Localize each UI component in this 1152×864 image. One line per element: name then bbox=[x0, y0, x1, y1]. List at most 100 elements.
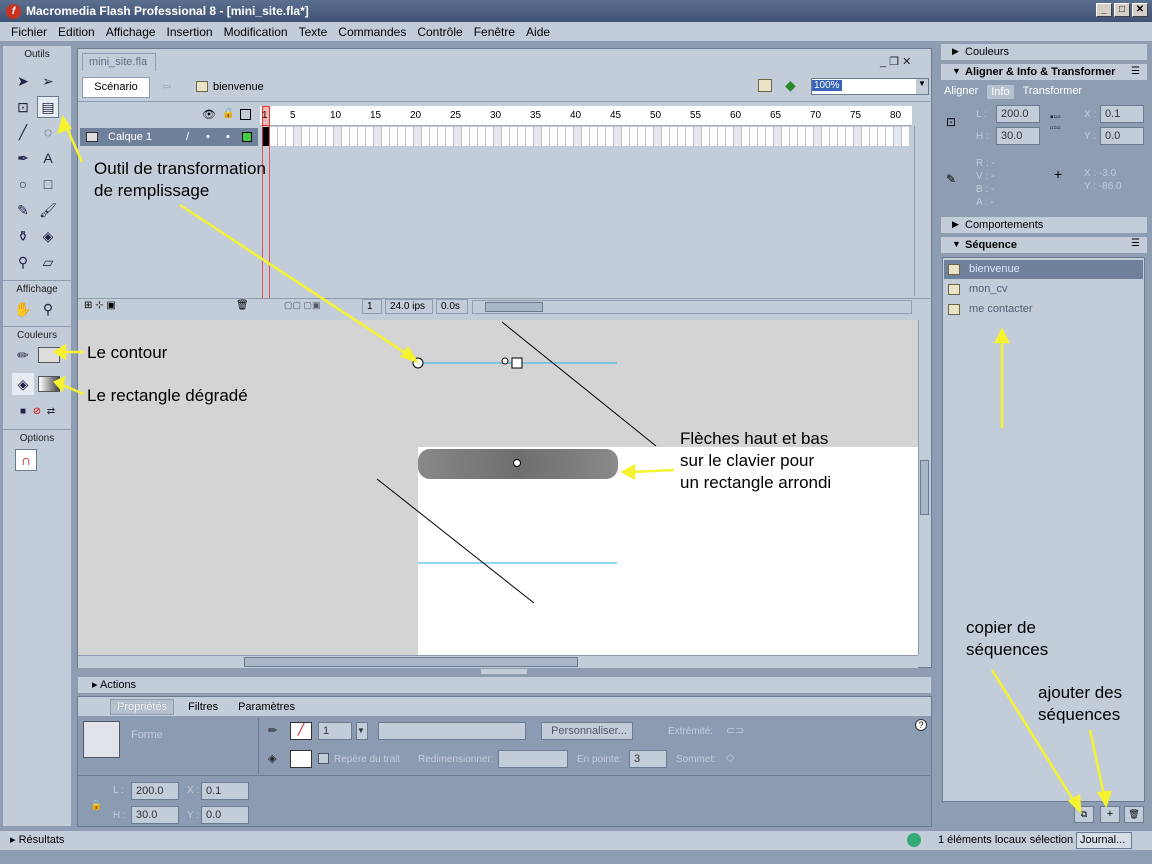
zoom-select[interactable]: 100% ▼ bbox=[811, 78, 929, 95]
frame-cell[interactable] bbox=[886, 127, 894, 146]
frame-cell[interactable] bbox=[374, 127, 382, 146]
frame-cell[interactable] bbox=[470, 127, 478, 146]
frame-cell[interactable] bbox=[270, 127, 278, 146]
document-tab[interactable]: mini_site.fla bbox=[82, 53, 156, 71]
frame-cell[interactable] bbox=[518, 127, 526, 146]
tab-aligner[interactable]: Aligner bbox=[940, 84, 982, 100]
frame-cell[interactable] bbox=[790, 127, 798, 146]
lock-dot-icon[interactable]: • bbox=[226, 131, 230, 143]
frame-cell[interactable] bbox=[670, 127, 678, 146]
frame-cell[interactable] bbox=[806, 127, 814, 146]
frame-cell[interactable] bbox=[406, 127, 414, 146]
sequence-item[interactable]: mon_cv bbox=[944, 280, 1143, 299]
lasso-icon[interactable]: ◌ bbox=[37, 121, 59, 143]
frame-cell[interactable] bbox=[318, 127, 326, 146]
frame-cell[interactable] bbox=[830, 127, 838, 146]
frame-cell[interactable] bbox=[350, 127, 358, 146]
frame-cell[interactable] bbox=[654, 127, 662, 146]
maximize-button[interactable]: □ bbox=[1114, 3, 1130, 17]
frame-cell[interactable] bbox=[510, 127, 518, 146]
edit-scene-icon[interactable] bbox=[758, 79, 772, 92]
frame-cell[interactable] bbox=[534, 127, 542, 146]
frame-cell[interactable] bbox=[390, 127, 398, 146]
stage-vscroll-thumb[interactable] bbox=[920, 460, 929, 515]
menu-fichier[interactable]: Fichier bbox=[6, 25, 53, 39]
frame-cell[interactable] bbox=[294, 127, 302, 146]
resultats-panel[interactable]: ▸ Résultats bbox=[10, 833, 64, 846]
frame-cell[interactable] bbox=[342, 127, 350, 146]
info-x-field[interactable]: 0.1 bbox=[1100, 105, 1144, 123]
aligner-panel-header[interactable]: Aligner & Info & Transformer bbox=[940, 63, 1148, 81]
frame-cell[interactable] bbox=[382, 127, 390, 146]
menu-affichage[interactable]: Affichage bbox=[101, 25, 162, 39]
menu-commandes[interactable]: Commandes bbox=[333, 25, 412, 39]
frame-cell[interactable] bbox=[678, 127, 686, 146]
frame-cell[interactable] bbox=[814, 127, 822, 146]
frame-cell[interactable] bbox=[366, 127, 374, 146]
brush-icon[interactable]: 🖌 bbox=[37, 199, 59, 221]
frame-cell[interactable] bbox=[758, 127, 766, 146]
text-tool-icon[interactable]: A bbox=[37, 147, 59, 169]
frame-cell[interactable] bbox=[846, 127, 854, 146]
pencil-icon[interactable]: ✎ bbox=[12, 199, 34, 221]
frame-cell[interactable] bbox=[334, 127, 342, 146]
doc-window-controls-icon[interactable]: _ ❐ ✕ bbox=[880, 55, 911, 68]
scenario-button[interactable]: Scénario bbox=[82, 77, 150, 98]
magnet-icon[interactable]: ∩ bbox=[15, 449, 37, 471]
frame-cell[interactable] bbox=[614, 127, 622, 146]
panel-menu-icon[interactable]: ☰ bbox=[1131, 66, 1140, 77]
menu-texte[interactable]: Texte bbox=[294, 25, 334, 39]
subselection-arrow-icon[interactable]: ➢ bbox=[37, 70, 59, 92]
frame-cell[interactable] bbox=[782, 127, 790, 146]
frame-cell[interactable] bbox=[726, 127, 734, 146]
frame-cell[interactable] bbox=[286, 127, 294, 146]
frame-cell[interactable] bbox=[694, 127, 702, 146]
info-width-field[interactable]: 200.0 bbox=[996, 105, 1040, 123]
frame-cell[interactable] bbox=[326, 127, 334, 146]
frame-cell[interactable] bbox=[766, 127, 774, 146]
frame-cell[interactable] bbox=[526, 127, 534, 146]
frame-cell[interactable] bbox=[702, 127, 710, 146]
trash-icon[interactable]: 🗑 bbox=[1124, 806, 1144, 823]
panel-menu-icon[interactable]: ☰ bbox=[1131, 238, 1140, 249]
frame-cell[interactable] bbox=[454, 127, 462, 146]
frame-cell[interactable] bbox=[646, 127, 654, 146]
frame-cell[interactable] bbox=[414, 127, 422, 146]
frame-cell[interactable] bbox=[822, 127, 830, 146]
frame-cell[interactable] bbox=[558, 127, 566, 146]
swap-colors-icon[interactable]: ⇄ bbox=[40, 400, 62, 422]
stroke-width-dropdown-icon[interactable]: ▼ bbox=[356, 722, 368, 740]
personnaliser-button[interactable]: Personnaliser... bbox=[541, 722, 633, 740]
tab-transformer[interactable]: Transformer bbox=[1019, 84, 1087, 100]
info-height-field[interactable]: 30.0 bbox=[996, 127, 1040, 145]
back-arrow-icon[interactable]: ⇦ bbox=[162, 80, 171, 93]
frame-cell[interactable] bbox=[358, 127, 366, 146]
outline-icon[interactable] bbox=[240, 109, 251, 120]
frame-cell[interactable] bbox=[566, 127, 574, 146]
menu-fenetre[interactable]: Fenêtre bbox=[469, 25, 521, 39]
frame-cell[interactable] bbox=[750, 127, 758, 146]
info-y-field[interactable]: 0.0 bbox=[1100, 127, 1144, 145]
fill-color-button[interactable] bbox=[290, 750, 312, 768]
lock-icon[interactable]: 🔒 bbox=[90, 800, 102, 811]
free-transform-icon[interactable]: ⊡ bbox=[12, 96, 34, 118]
sequence-panel-header[interactable]: Séquence bbox=[940, 236, 1148, 254]
frame-cell[interactable] bbox=[398, 127, 406, 146]
layer-color-icon[interactable] bbox=[242, 132, 252, 142]
frame-cell[interactable] bbox=[894, 127, 902, 146]
frame-cell[interactable] bbox=[662, 127, 670, 146]
panel-collapse-handle[interactable] bbox=[480, 668, 528, 675]
zoom-icon[interactable]: ⚲ bbox=[37, 298, 59, 320]
en-pointe-field[interactable]: 3 bbox=[629, 750, 667, 768]
visibility-dot-icon[interactable]: • bbox=[206, 131, 210, 143]
fill-color-swatch[interactable] bbox=[38, 376, 60, 392]
trash-icon[interactable]: 🗑 bbox=[236, 300, 249, 311]
stroke-width-field[interactable]: 1 bbox=[318, 722, 352, 740]
rectangle-center-handle[interactable] bbox=[513, 459, 521, 467]
help-icon[interactable]: ? bbox=[915, 719, 927, 731]
frame-cell[interactable] bbox=[430, 127, 438, 146]
frame-cell[interactable] bbox=[598, 127, 606, 146]
onion-skin-icons[interactable]: ▢▢ ▢▣ bbox=[284, 300, 321, 311]
height-field[interactable]: 30.0 bbox=[131, 806, 179, 824]
paint-bucket-icon[interactable]: ◈ bbox=[37, 225, 59, 247]
